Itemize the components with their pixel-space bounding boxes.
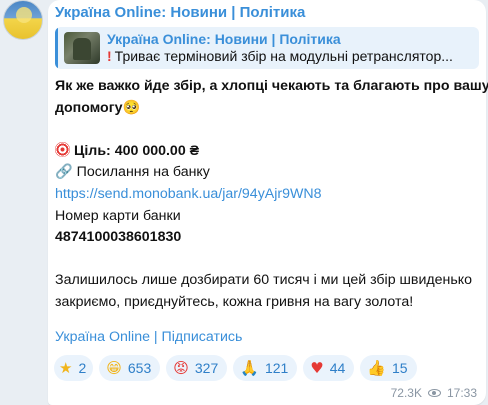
heart-icon: ♥ <box>310 359 324 377</box>
pray-icon: 🙏 <box>240 359 259 377</box>
reply-title: Україна Online: Новини | Політика <box>107 31 341 47</box>
bank-link-label: Посилання на банку <box>76 164 210 181</box>
message-line-1: Як же важко йде збір, а хлопці чекають т… <box>55 78 488 94</box>
eye-icon <box>427 389 441 397</box>
message-line-2-text: допомогу <box>55 99 123 116</box>
reactions-bar: ★ 2 😁 653 😡 327 🙏 121 ♥ 44 👍 15 <box>54 355 417 381</box>
reaction-thumbs-up[interactable]: 👍 15 <box>360 355 417 381</box>
bank-link-line: 🔗 Посилання на банку <box>55 162 481 184</box>
reaction-count: 2 <box>78 360 87 376</box>
reaction-count: 44 <box>329 360 346 376</box>
pleading-face-icon: 🥺 <box>122 99 141 116</box>
reaction-count: 15 <box>392 360 408 376</box>
message-time: 17:33 <box>446 386 477 400</box>
reaction-count: 327 <box>194 360 219 376</box>
card-number[interactable]: 4874100038601830 <box>55 227 481 249</box>
reply-thumbnail <box>64 32 100 64</box>
message-bubble: Україна Online: Новини | Політика Україн… <box>48 0 488 405</box>
message-body: Як же важко йде збір, а хлопці чекають т… <box>55 76 488 314</box>
goal-label: Ціль: 400 000.00 ₴ <box>74 142 200 159</box>
reaction-count: 653 <box>127 360 152 376</box>
grin-icon: 😁 <box>106 359 122 377</box>
avatar-sun-shape <box>16 7 32 23</box>
message-line-2: допомогу🥺 <box>55 98 481 120</box>
reply-text: Україна Online: Новини | Політика ! Трива… <box>107 31 453 65</box>
channel-avatar[interactable] <box>3 0 43 40</box>
reaction-angry[interactable]: 😡 327 <box>166 355 228 381</box>
channel-title[interactable]: Україна Online: Новини | Політика <box>55 4 305 21</box>
star-icon: ★ <box>59 359 73 377</box>
exclamation-icon: ! <box>107 48 112 64</box>
bank-url-link[interactable]: https://send.monobank.ua/jar/94yAjr9WN8 <box>55 184 481 206</box>
reaction-count: 121 <box>264 360 289 376</box>
reply-snippet-text: Триває терміновий збір на модульні ретра… <box>114 48 453 64</box>
reaction-pray[interactable]: 🙏 121 <box>233 355 298 381</box>
message-meta: 72.3K 17:33 <box>391 386 477 400</box>
card-label: Номер карти банки <box>55 207 181 224</box>
subscribe-link[interactable]: Україна Online | Підписатись <box>55 329 242 345</box>
angry-icon: 😡 <box>173 359 189 377</box>
reply-preview[interactable]: Україна Online: Новини | Політика ! Трива… <box>55 27 479 69</box>
target-icon <box>55 141 70 157</box>
reaction-heart[interactable]: ♥ 44 <box>303 355 355 381</box>
reaction-grin[interactable]: 😁 653 <box>99 355 161 381</box>
reaction-star[interactable]: ★ 2 <box>54 355 94 381</box>
reply-accent-bar <box>55 27 58 69</box>
reply-snippet: ! Триває терміновий збір на модульні ретр… <box>107 48 453 65</box>
chain-link-icon: 🔗 <box>55 164 73 181</box>
remaining-line-2: закриємо, приєднуйтесь, кожна гривня на … <box>55 293 414 310</box>
goal-line: Ціль: 400 000.00 ₴ <box>55 141 481 163</box>
remaining-line-1: Залишилось лише дозбирати 60 тисяч і ми … <box>55 272 473 289</box>
thumbs-up-icon: 👍 <box>367 359 387 377</box>
views-count: 72.3K <box>390 386 422 400</box>
